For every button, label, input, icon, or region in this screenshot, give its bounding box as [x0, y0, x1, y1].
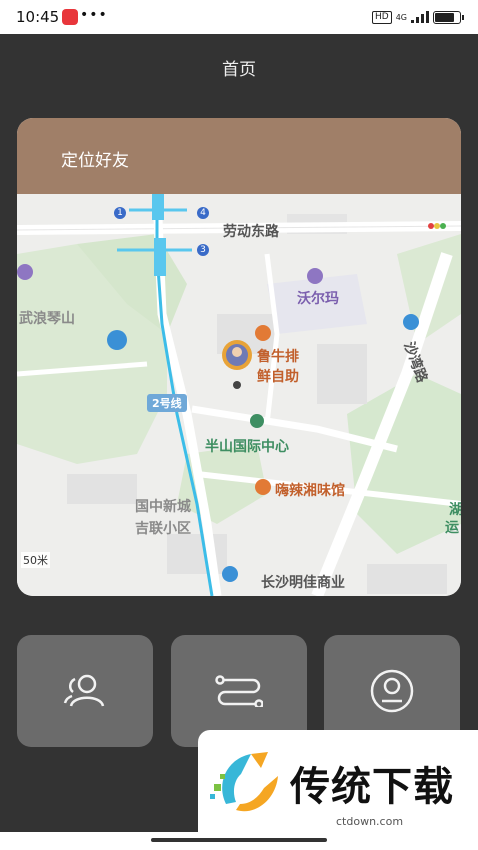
signal-icon	[411, 11, 429, 23]
map-label-banshan: 半山国际中心	[205, 439, 289, 455]
ad-banner[interactable]: 传统下载 ctdown.com	[198, 730, 478, 832]
map-view[interactable]: 劳动东路 沃尔玛 武浪琴山 鲁牛排 鲜自助 2号线 沙湾路 半山国际中心 嗨辣湘…	[17, 194, 461, 596]
ad-url: ctdown.com	[336, 815, 404, 828]
map-canvas	[17, 194, 461, 596]
page-title: 首页	[222, 60, 256, 80]
card-title: 定位好友	[61, 151, 129, 171]
map-label-mingjia: 长沙明佳商业	[261, 575, 345, 591]
hd-icon: HD	[372, 10, 392, 24]
map-label-hu: 湖	[449, 502, 461, 518]
route-icon	[215, 675, 263, 707]
map-label-hunan-restaurant: 嗨辣湘味馆	[275, 483, 345, 499]
friends-icon	[63, 674, 105, 707]
metro-station-4: 4	[197, 207, 209, 219]
map-label-road: 劳动东路	[223, 224, 279, 240]
system-nav-bar	[0, 832, 478, 850]
metro-station-3: 3	[197, 244, 209, 256]
metro-line-badge: 2号线	[147, 394, 187, 412]
locate-friends-card[interactable]: 定位好友 劳动东路 沃尔玛 武浪琴山 鲁牛排 鲜自助 2号线 沙湾路 半山国际中…	[17, 118, 461, 596]
card-header: 定位好友	[17, 118, 461, 194]
map-label-guozhong: 国中新城	[135, 499, 191, 515]
more-notifications-icon: •••	[80, 7, 108, 23]
status-icons: HD 4G	[372, 9, 464, 25]
map-label-yun: 运	[445, 520, 459, 536]
profile-icon	[370, 669, 414, 713]
ad-logo-icon	[210, 752, 278, 812]
map-label-wulangqinshan: 武浪琴山	[19, 311, 75, 327]
friends-button[interactable]	[17, 635, 153, 747]
map-label-walmart: 沃尔玛	[297, 291, 339, 307]
status-bar: 10:45 ••• HD 4G	[0, 0, 478, 34]
map-label-jilian: 吉联小区	[135, 521, 191, 537]
map-label-beef: 鲁牛排	[257, 349, 299, 365]
ad-text: 传统下载	[290, 764, 454, 810]
map-scale: 50米	[21, 552, 50, 568]
status-time: 10:45	[16, 8, 60, 26]
map-label-buffet: 鲜自助	[257, 369, 299, 385]
battery-icon	[433, 10, 461, 24]
network-type: 4G	[395, 12, 407, 22]
metro-station-1: 1	[114, 207, 126, 219]
battery-tip	[462, 14, 464, 20]
app-notification-icon	[62, 9, 78, 25]
home-indicator[interactable]	[151, 838, 327, 842]
